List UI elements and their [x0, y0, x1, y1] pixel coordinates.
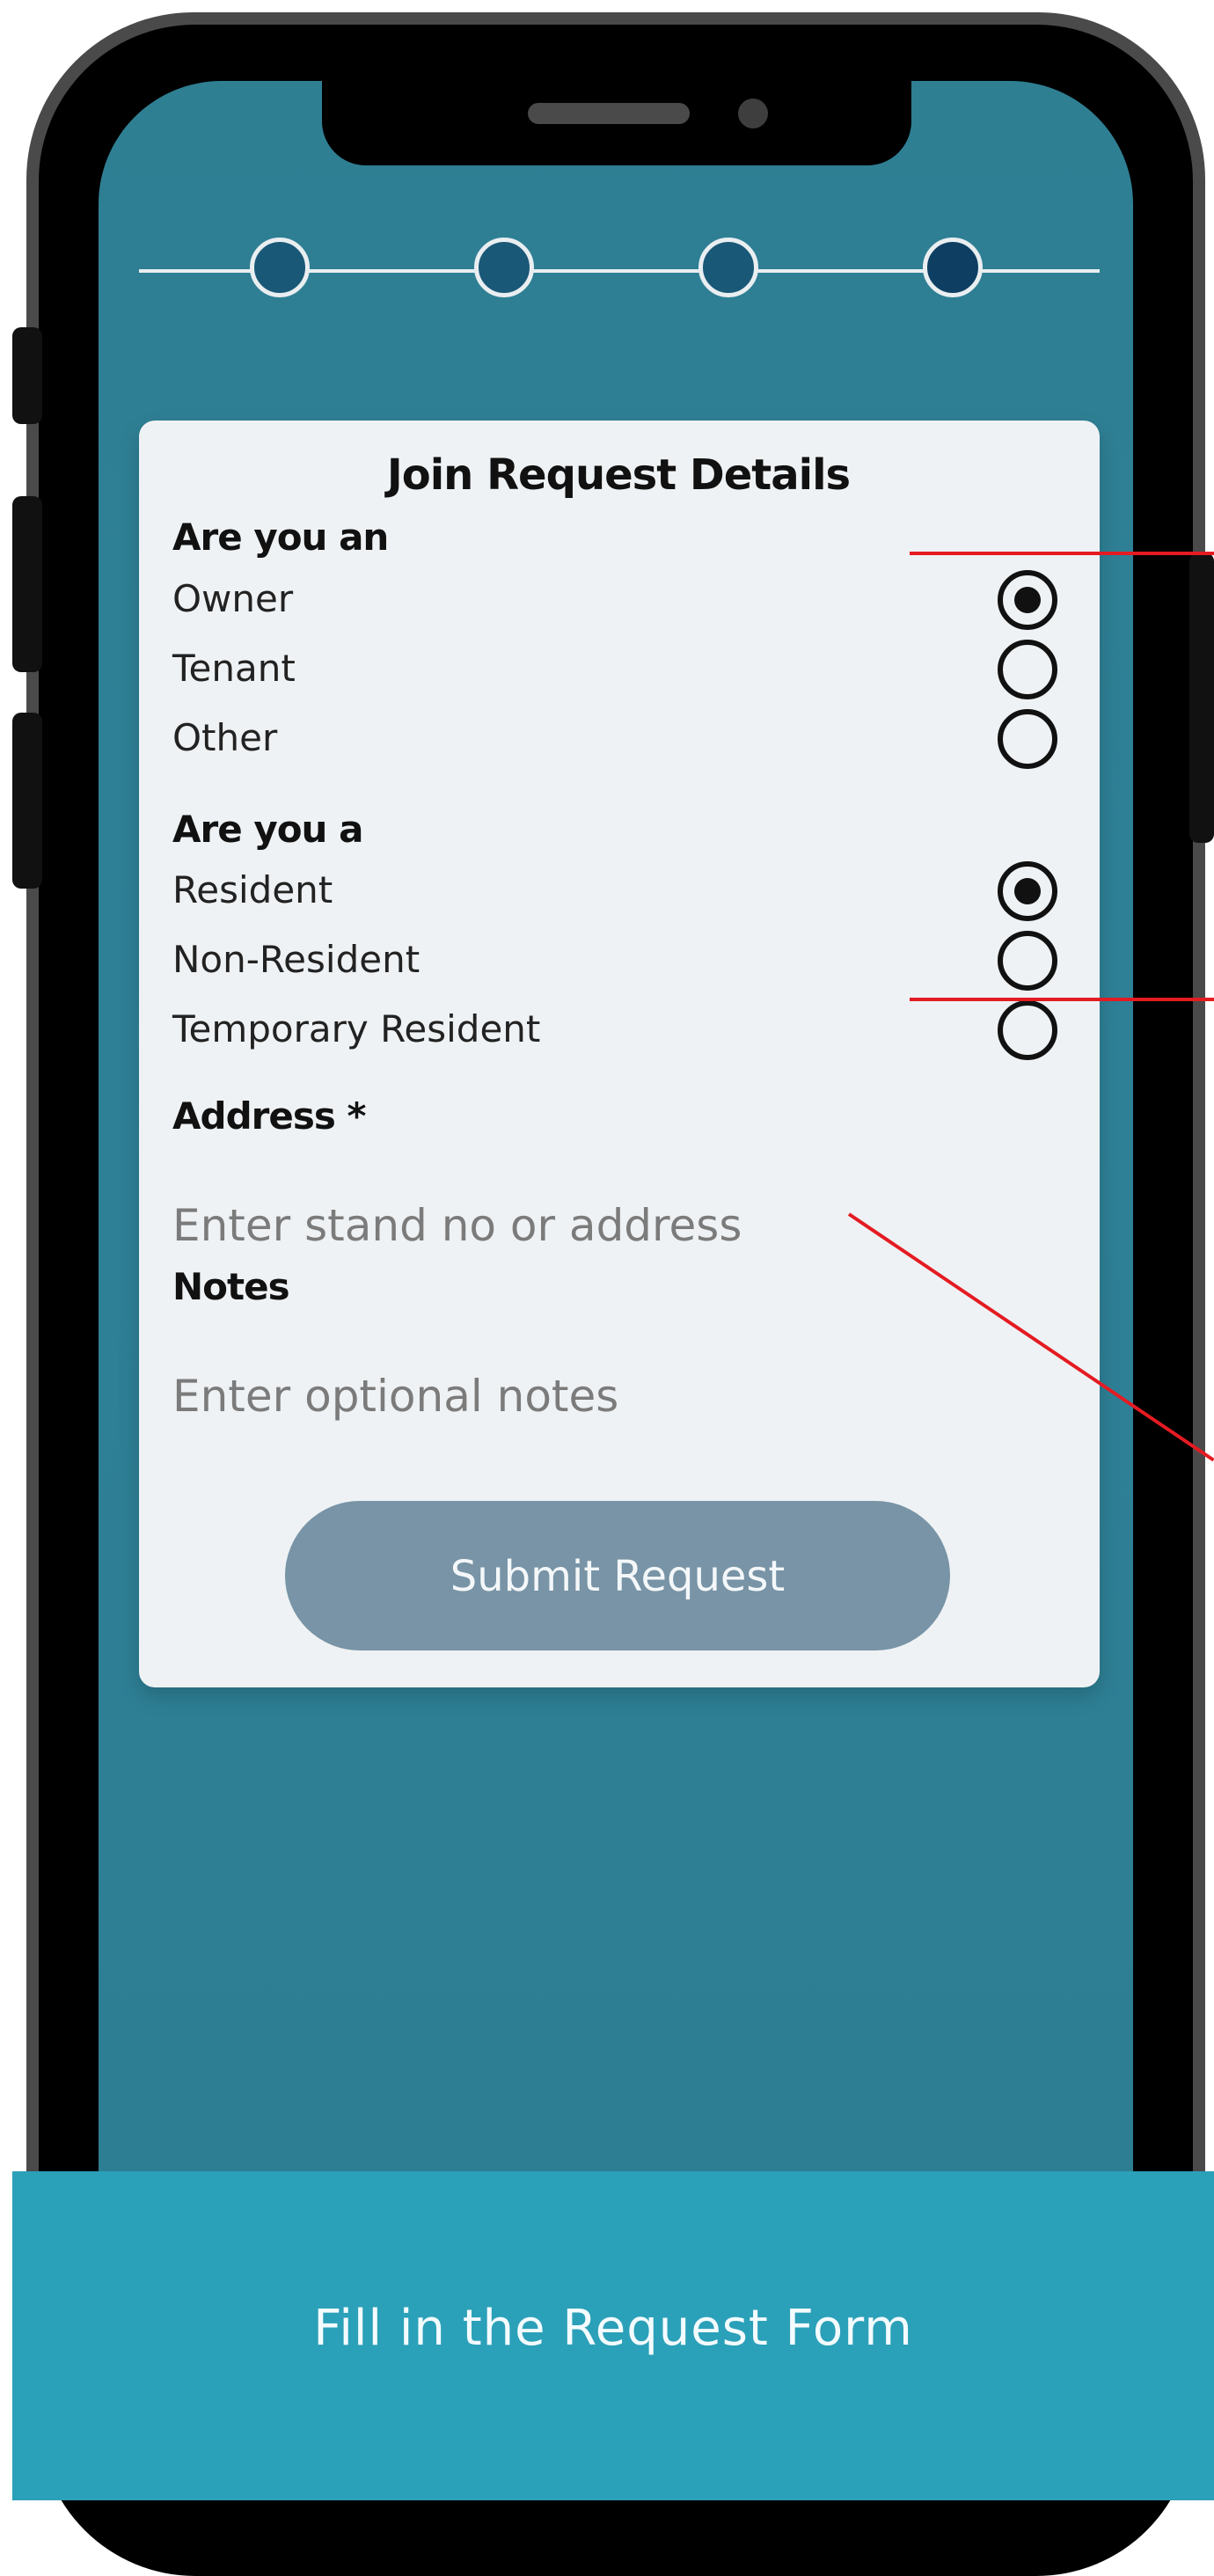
front-camera	[738, 99, 768, 128]
callout-line-role	[910, 552, 1214, 555]
address-input[interactable]	[172, 1195, 1017, 1256]
step-3-indicator	[698, 238, 758, 297]
callout-line-residency	[910, 998, 1214, 1001]
volume-up-button	[12, 496, 42, 672]
role-option-other-radio[interactable]	[998, 709, 1057, 769]
residency-option-nonresident-radio[interactable]	[998, 931, 1057, 991]
residency-option-temporary-radio[interactable]	[998, 1000, 1057, 1060]
role-option-owner-label: Owner	[172, 577, 294, 620]
role-question-label: Are you an	[172, 516, 389, 559]
card-title: Join Request Details	[386, 450, 851, 500]
submit-request-button[interactable]: Submit Request	[285, 1501, 950, 1650]
step-4-indicator	[923, 238, 983, 297]
step-2-indicator	[474, 238, 534, 297]
volume-down-button	[12, 713, 42, 889]
banner-caption: Fill in the Request Form	[313, 2300, 913, 2357]
residency-option-temporary-label: Temporary Resident	[172, 1007, 541, 1050]
role-option-owner-radio[interactable]	[998, 570, 1057, 630]
residency-question-label: Are you a	[172, 808, 363, 851]
role-option-tenant-radio[interactable]	[998, 640, 1057, 699]
radio-selected-dot	[1014, 878, 1041, 904]
notes-label: Notes	[172, 1265, 290, 1308]
residency-option-resident-label: Resident	[172, 868, 333, 911]
role-option-other-label: Other	[172, 716, 278, 759]
power-button	[1189, 553, 1214, 843]
role-option-tenant-label: Tenant	[172, 647, 296, 690]
speaker-grille	[528, 103, 690, 124]
step-1-indicator	[250, 238, 310, 297]
mute-switch	[12, 327, 42, 424]
radio-selected-dot	[1014, 587, 1041, 613]
residency-option-nonresident-label: Non-Resident	[172, 938, 421, 981]
address-label: Address *	[172, 1094, 366, 1138]
residency-option-resident-radio[interactable]	[998, 861, 1057, 921]
notes-input[interactable]	[172, 1365, 1017, 1427]
